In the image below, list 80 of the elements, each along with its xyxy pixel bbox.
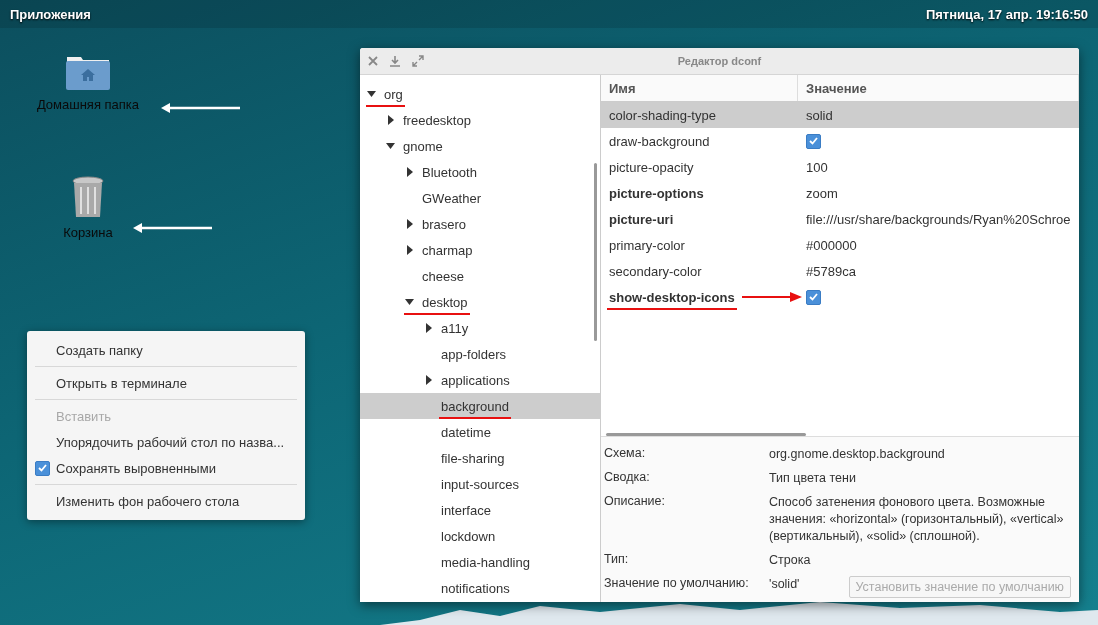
menu-item[interactable]: Изменить фон рабочего стола: [27, 488, 305, 514]
column-header[interactable]: Значение: [798, 75, 1079, 101]
tree-item[interactable]: GWeather: [360, 185, 600, 211]
detail-label: Сводка:: [604, 470, 651, 486]
tree-item[interactable]: background: [360, 393, 600, 419]
table-row[interactable]: show-desktop-icons: [601, 284, 1079, 310]
check-icon: [809, 137, 818, 145]
close-icon[interactable]: [368, 56, 378, 66]
detail-value: 'solid': [769, 576, 800, 593]
key-name: picture-uri: [608, 211, 674, 227]
key-name: primary-color: [608, 237, 685, 253]
menu-item[interactable]: Упорядочить рабочий стол по назва...: [27, 429, 305, 455]
tree-item[interactable]: freedesktop: [360, 107, 600, 133]
scrollbar[interactable]: [606, 433, 806, 436]
desktop-icon-label: Корзина: [63, 225, 113, 240]
tree-item[interactable]: brasero: [360, 211, 600, 237]
menu-item[interactable]: Открыть в терминале: [27, 370, 305, 396]
table-row[interactable]: picture-options zoom: [601, 180, 1079, 206]
table-row[interactable]: picture-opacity 100: [601, 154, 1079, 180]
key-value: file:///usr/share/backgrounds/Ryan%20Schroe: [805, 211, 1071, 227]
detail-value: org.gnome.desktop.background: [769, 446, 946, 463]
tree-item[interactable]: charmap: [360, 237, 600, 263]
tree-item[interactable]: lockdown: [360, 523, 600, 549]
maximize-icon[interactable]: [412, 55, 424, 67]
key-name: draw-background: [608, 133, 710, 149]
window-title: Редактор dconf: [676, 55, 763, 67]
key-value: #000000: [805, 237, 857, 253]
key-value: zoom: [805, 185, 838, 201]
key-name: color-shading-type: [608, 107, 716, 123]
desktop-icon-label: Домашняя папка: [36, 97, 140, 112]
home-folder-icon[interactable]: [65, 55, 111, 91]
checkbox[interactable]: [806, 289, 821, 305]
expanded-arrow-icon[interactable]: [365, 91, 379, 97]
tree-item[interactable]: media-handling: [360, 549, 600, 575]
tree-item[interactable]: input-sources: [360, 471, 600, 497]
tree-item[interactable]: cheese: [360, 263, 600, 289]
tree-item[interactable]: notifications: [360, 575, 600, 601]
detail-label: Значение по умолчанию:: [604, 576, 750, 592]
key-value: solid: [805, 107, 833, 123]
trash-icon[interactable]: [71, 175, 105, 219]
detail-label: Описание:: [604, 494, 666, 510]
table-row[interactable]: color-shading-type solid: [601, 102, 1079, 128]
tree-item[interactable]: app-folders: [360, 341, 600, 367]
table-row[interactable]: picture-uri file:///usr/share/backgrounds/Ryan%20Schroe: [601, 206, 1079, 232]
applications-menu[interactable]: Приложения: [10, 6, 91, 22]
detail-value: Способ затенения фонового цвета. Возможные значения: «horizontal» (горизонтальный), «vertical» (вертикальный), «solid» (сплошной).: [769, 494, 1065, 545]
tree-item[interactable]: interface: [360, 497, 600, 523]
detail-value: Строка: [769, 552, 812, 569]
scrollbar[interactable]: [594, 163, 597, 341]
menu-item[interactable]: Создать папку: [27, 337, 305, 363]
table-row[interactable]: secondary-color #5789ca: [601, 258, 1079, 284]
key-name: picture-opacity: [608, 159, 694, 175]
tree-item[interactable]: gnome: [360, 133, 600, 159]
tree-item[interactable]: Bluetooth: [360, 159, 600, 185]
tree-item[interactable]: org: [360, 81, 600, 107]
key-value: 100: [805, 159, 828, 175]
clock[interactable]: Пятница, 17 апр. 19:16:50: [925, 6, 1088, 22]
detail-value: Тип цвета тени: [769, 470, 857, 487]
expanded-arrow-icon[interactable]: [403, 299, 417, 305]
check-icon: [38, 464, 47, 472]
tree-item[interactable]: file-sharing: [360, 445, 600, 471]
key-name: picture-options: [608, 185, 704, 201]
menu-item[interactable]: Сохранять выровненными: [27, 455, 305, 481]
detail-label: Тип:: [604, 552, 630, 568]
key-name: secondary-color: [608, 263, 702, 279]
tree-item[interactable]: applications: [360, 367, 600, 393]
detail-label: Схема:: [604, 446, 647, 462]
download-icon[interactable]: [390, 55, 400, 67]
checkbox[interactable]: [806, 133, 821, 149]
column-header[interactable]: Имя: [601, 75, 798, 101]
tree-item[interactable]: a11y: [360, 315, 600, 341]
tree-item[interactable]: datetime: [360, 419, 600, 445]
key-value: #5789ca: [805, 263, 856, 279]
tree-item[interactable]: desktop: [360, 289, 600, 315]
table-row[interactable]: primary-color #000000: [601, 232, 1079, 258]
checkbox[interactable]: [35, 460, 50, 476]
key-name: show-desktop-icons: [601, 289, 735, 305]
expanded-arrow-icon[interactable]: [384, 143, 398, 149]
check-icon: [809, 293, 818, 301]
table-row[interactable]: draw-background: [601, 128, 1079, 154]
